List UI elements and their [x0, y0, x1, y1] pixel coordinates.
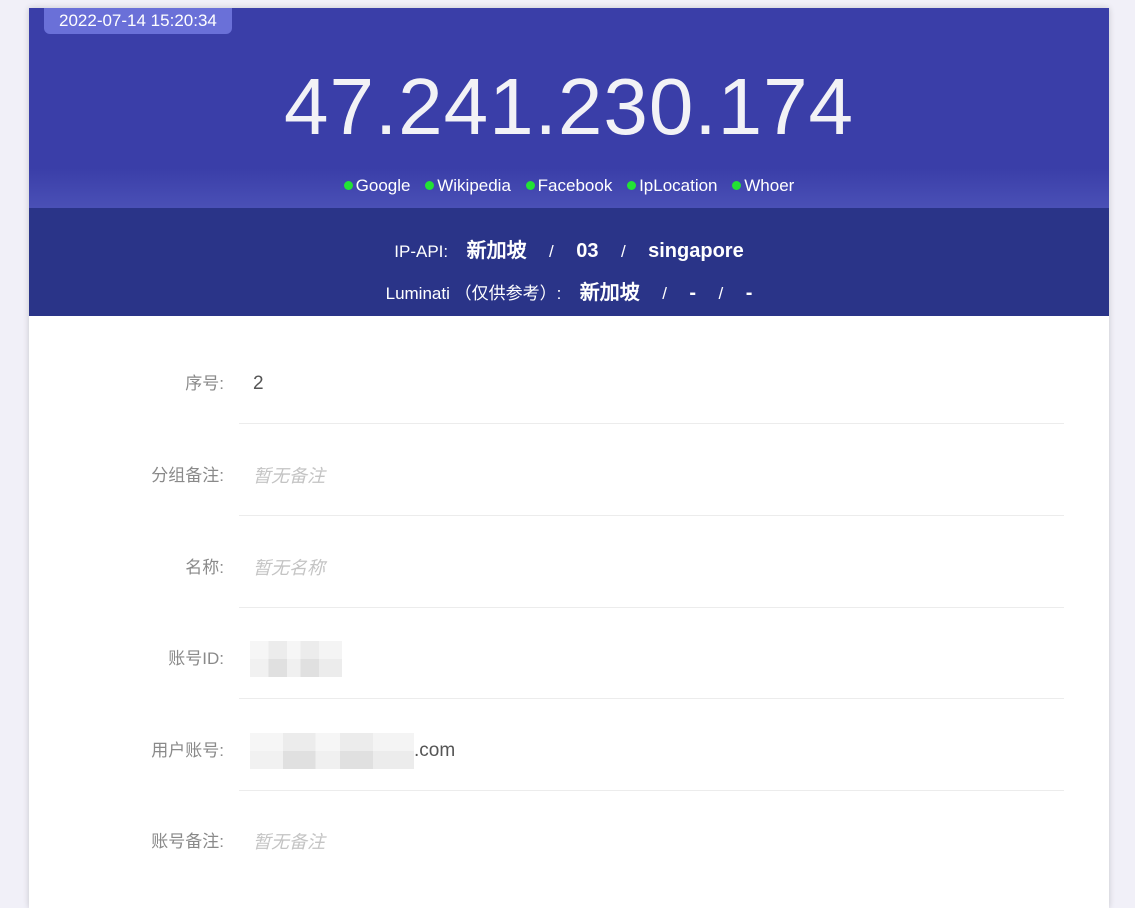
form-row-account-note: 账号备注: 暂无备注 [29, 812, 1109, 904]
ipapi-country: 新加坡 [466, 240, 527, 262]
form-row-serial: 序号: 2 [29, 354, 1109, 446]
serial-label: 序号: [185, 374, 224, 393]
name-value[interactable]: 暂无名称 [253, 538, 325, 598]
divider [239, 515, 1064, 516]
redacted-block [250, 640, 342, 677]
name-label: 名称: [185, 558, 224, 577]
link-label: Facebook [537, 176, 613, 195]
separator: / [620, 242, 626, 261]
link-label: IpLocation [639, 176, 718, 195]
separator: / [549, 242, 554, 261]
status-dot-icon [343, 181, 353, 190]
account-id-label: 账号ID: [168, 649, 224, 668]
link-iplocation[interactable]: IpLocation [627, 176, 718, 196]
status-dot-icon [732, 181, 742, 190]
timestamp-badge: 2022-07-14 15:20:34 [44, 8, 232, 34]
serial-value: 2 [253, 373, 264, 394]
status-dot-icon [627, 181, 637, 190]
geo-info: IP-API: 新加坡 / 03 / singapore Luminati （仅… [29, 208, 1109, 316]
luminati-row: Luminati （仅供参考）: 新加坡 / - / - [29, 276, 1109, 305]
group-note-value[interactable]: 暂无备注 [253, 446, 325, 506]
group-note-label: 分组备注: [151, 466, 224, 485]
luminati-region: - [689, 282, 697, 304]
ipapi-label: IP-API: [394, 242, 449, 261]
ip-detail-card: 2022-07-14 15:20:34 47.241.230.174 Googl… [29, 8, 1109, 908]
separator: / [718, 284, 724, 303]
link-label: Google [355, 176, 411, 195]
separator: / [662, 284, 667, 303]
ipapi-region: 03 [576, 240, 599, 262]
link-label: Wikipedia [437, 176, 511, 195]
redacted-block [250, 732, 414, 769]
ipapi-row: IP-API: 新加坡 / 03 / singapore [29, 234, 1109, 263]
user-account-value: .com [250, 721, 455, 781]
form-row-name: 名称: 暂无名称 [29, 538, 1109, 630]
form-row-group-note: 分组备注: 暂无备注 [29, 446, 1109, 538]
ipapi-city: singapore [648, 240, 744, 262]
luminati-country: 新加坡 [579, 282, 640, 304]
account-id-value [250, 629, 342, 689]
link-label: Whoer [744, 176, 795, 195]
luminati-city: - [745, 282, 753, 304]
divider [239, 607, 1064, 608]
status-dot-icon [425, 181, 435, 190]
check-links: Google Wikipedia Facebook IpLocation Who… [29, 176, 1109, 196]
divider [239, 423, 1064, 424]
status-dot-icon [525, 181, 535, 190]
user-account-suffix: .com [414, 740, 456, 761]
form-row-user-account: 用户账号: .com [29, 721, 1109, 813]
divider [239, 698, 1064, 699]
divider [239, 790, 1064, 791]
form-row-account-id: 账号ID: [29, 629, 1109, 721]
ip-address: 47.241.230.174 [283, 62, 855, 151]
link-wikipedia[interactable]: Wikipedia [425, 176, 511, 196]
ip-header: 2022-07-14 15:20:34 47.241.230.174 Googl… [29, 8, 1109, 208]
account-note-value[interactable]: 暂无备注 [253, 812, 325, 872]
user-account-label: 用户账号: [151, 741, 224, 760]
link-google[interactable]: Google [343, 176, 411, 196]
luminati-label: Luminati （仅供参考）: [385, 284, 562, 303]
account-note-label: 账号备注: [151, 832, 224, 851]
link-whoer[interactable]: Whoer [732, 176, 794, 196]
link-facebook[interactable]: Facebook [525, 176, 613, 196]
